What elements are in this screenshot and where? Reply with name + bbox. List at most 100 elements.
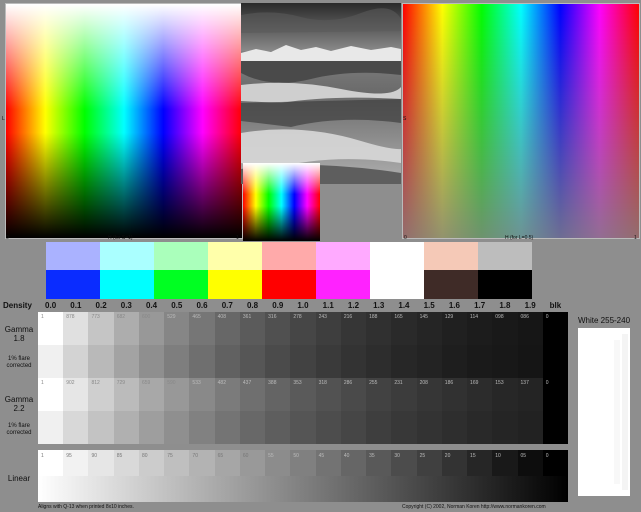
linear-value: 60	[242, 453, 249, 459]
gray-step-flare	[340, 345, 367, 378]
step-value: 165	[394, 314, 403, 320]
step-value: 153	[495, 380, 504, 386]
step-value: 533	[192, 380, 201, 386]
gray-step-flare	[88, 345, 114, 378]
linear-value: 15	[470, 453, 476, 459]
color-patch-light	[154, 242, 208, 270]
sat-map-bottom-left: 0	[404, 235, 407, 241]
gray-step-flare	[290, 411, 316, 444]
density-value: 1.0	[297, 301, 309, 310]
density-header: 0.0 0.1 0.2 0.3 0.4 0.5 0.6 0.7 0.8 0.9 1.0 1.1 1.2 1…	[38, 301, 568, 311]
density-value: 0.3	[120, 301, 132, 310]
gray-step-flare	[416, 345, 442, 378]
gray-step-flare	[239, 345, 266, 378]
step-value: 773	[91, 314, 100, 320]
step-value: 659	[141, 380, 151, 386]
step-value: 186	[444, 380, 454, 386]
color-patch-saturated	[370, 270, 424, 299]
gray-step-flare	[239, 411, 266, 444]
gray-step-flare	[63, 411, 89, 444]
step-value: 0	[545, 380, 549, 386]
gray-step-flare	[366, 345, 392, 378]
linear-value: 40	[343, 453, 350, 459]
gray-step-flare	[113, 345, 139, 378]
step-value: 188	[369, 314, 378, 320]
step-value: 482	[217, 380, 226, 386]
color-patch-light	[478, 242, 532, 270]
linear-value: 20	[444, 453, 451, 459]
density-value: 0.0	[45, 301, 57, 310]
white-box	[578, 328, 630, 496]
step-value: 243	[318, 314, 327, 320]
linear-value: 30	[394, 453, 400, 459]
gray-step-flare	[315, 411, 341, 444]
density-value: 0.9	[272, 301, 284, 310]
linear-value: 10	[495, 453, 501, 459]
linear-value: 85	[116, 453, 123, 459]
step-value: 114	[470, 314, 479, 320]
small-hue-map	[243, 163, 320, 241]
sat-map-caption: H (for L=0.5)	[505, 235, 534, 241]
step-value: 437	[242, 380, 252, 386]
density-title: Density	[3, 301, 32, 310]
density-value: 1.5	[423, 301, 435, 310]
step-value: 1	[41, 314, 44, 320]
gray-step-flare	[138, 411, 165, 444]
gray-step-flare	[113, 411, 139, 444]
step-value: 902	[66, 380, 75, 386]
linear-value: 1	[41, 453, 44, 459]
gray-step-flare	[467, 411, 493, 444]
color-patch-saturated	[478, 270, 532, 299]
linear-value: 95	[66, 453, 72, 459]
density-value: 1.4	[398, 301, 410, 310]
gray-step-flare	[290, 345, 316, 378]
gray-step-flare	[164, 411, 190, 444]
gamma22-flare-label: 1% flare corrected	[6, 423, 32, 436]
gray-step-flare	[265, 345, 291, 378]
density-value: 1.7	[474, 301, 486, 310]
hue-saturation-map	[402, 3, 640, 239]
color-patch-saturated	[424, 270, 478, 299]
gray-step-flare	[189, 345, 215, 378]
step-value: 600	[141, 314, 151, 320]
gray-step-flare	[88, 411, 114, 444]
hue-map-caption: H (for S=1)	[108, 235, 133, 241]
density-value: 1.9	[524, 301, 536, 310]
hue-lightness-map	[5, 3, 243, 239]
gray-step-flare	[38, 411, 64, 444]
density-value: 0.2	[95, 301, 107, 310]
linear-value: 35	[369, 453, 375, 459]
landscape-photo	[241, 3, 401, 184]
step-value: 529	[167, 314, 176, 320]
linear-value: 50	[293, 453, 299, 459]
color-patch-saturated	[46, 270, 100, 299]
step-value: 318	[318, 380, 327, 386]
step-value: 086	[520, 314, 529, 320]
footer-copyright: Copyright (C) 2002, Norman Koren http://…	[402, 504, 546, 510]
gray-step-flare	[340, 411, 367, 444]
step-value: 255	[369, 380, 378, 386]
step-value: 169	[470, 380, 479, 386]
step-value: 353	[293, 380, 302, 386]
color-patch-saturated	[208, 270, 262, 299]
step-value: 408	[217, 314, 226, 320]
step-value: 145	[419, 314, 428, 320]
density-value: 0.7	[221, 301, 233, 310]
linear-gradient-bar	[38, 476, 568, 502]
step-value: 878	[66, 314, 75, 320]
gray-step-flare	[391, 345, 417, 378]
linear-value: 0	[545, 453, 549, 459]
density-value: 0.1	[70, 301, 82, 310]
footer-note: Aligns with Q-13 when printed 8x10 inche…	[38, 504, 134, 510]
color-patch-light	[424, 242, 478, 270]
color-patch-saturated	[316, 270, 370, 299]
color-patch-strip	[46, 242, 532, 299]
gray-step-flare	[214, 411, 240, 444]
sat-map-left-axis: S	[403, 116, 407, 122]
step-value: 388	[268, 380, 277, 386]
linear-value: 05	[520, 453, 527, 459]
linear-steps: 1 95 90 85 80 75 70 65 60 55 50 45 40 35 30 25 20 15 10 05 0	[38, 450, 568, 502]
step-value: 0	[545, 314, 549, 320]
step-value: 098	[495, 314, 504, 320]
density-value: 0.8	[246, 301, 259, 310]
